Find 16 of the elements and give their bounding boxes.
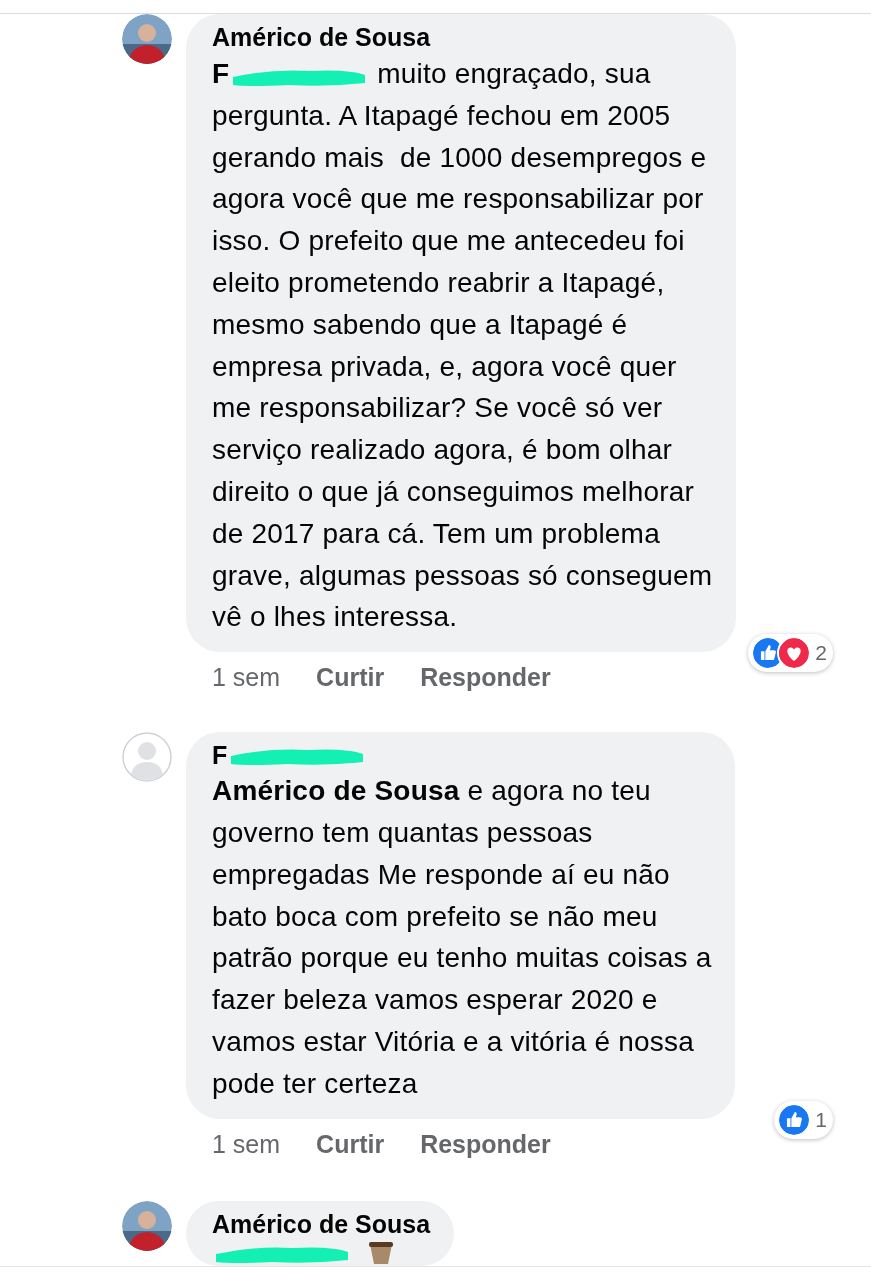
heart-icon bbox=[777, 636, 812, 671]
action-link[interactable]: Responder bbox=[420, 1125, 551, 1164]
author-name[interactable]: Américo de Sousa bbox=[212, 1208, 431, 1239]
author-name[interactable]: F bbox=[212, 740, 228, 771]
author-name[interactable]: Américo de Sousa bbox=[212, 22, 431, 52]
timestamp: 1 sem bbox=[212, 662, 281, 694]
timestamp: 1 sem bbox=[212, 1128, 281, 1160]
comment-text: Américo de Sousa e agora no teu governo tem quantas pessoas empregadas Me responde aí eu não bato boca com prefeito se não meu patrão porque eu tenho muitas coisas a fazer beleza vamos esperar 2020 e vamos estar Vitória e a vitória é nossa pode ter certeza bbox=[212, 774, 712, 1101]
reaction-counter[interactable]: 2 bbox=[748, 634, 833, 673]
like-icon bbox=[777, 1102, 812, 1137]
action-link[interactable]: Curtir bbox=[316, 659, 385, 697]
reaction-counter[interactable]: 1 bbox=[774, 1100, 833, 1139]
action-link[interactable]: Curtir bbox=[316, 1125, 385, 1164]
action-link[interactable]: Responder bbox=[420, 659, 551, 697]
avatar-icon bbox=[122, 732, 172, 783]
comment-text: F muito engraçado, sua pergunta. A Itapagé fechou em 2005 gerando mais de 1000 desempregos e agora você que me responsabilizar por isso. O prefeito que me antecedeu foi eleito prometendo reabrir a Itapagé, mesmo sabendo que a Itapagé é empresa privada, e, agora você quer me responsabilizar? Se você só ver serviço realizado agora, é bom olhar direito o que já conseguimos melhorar de 2017 para cá. Tem um problema grave, algumas pessoas só conseguem vê o lhes interessa. bbox=[212, 57, 713, 635]
